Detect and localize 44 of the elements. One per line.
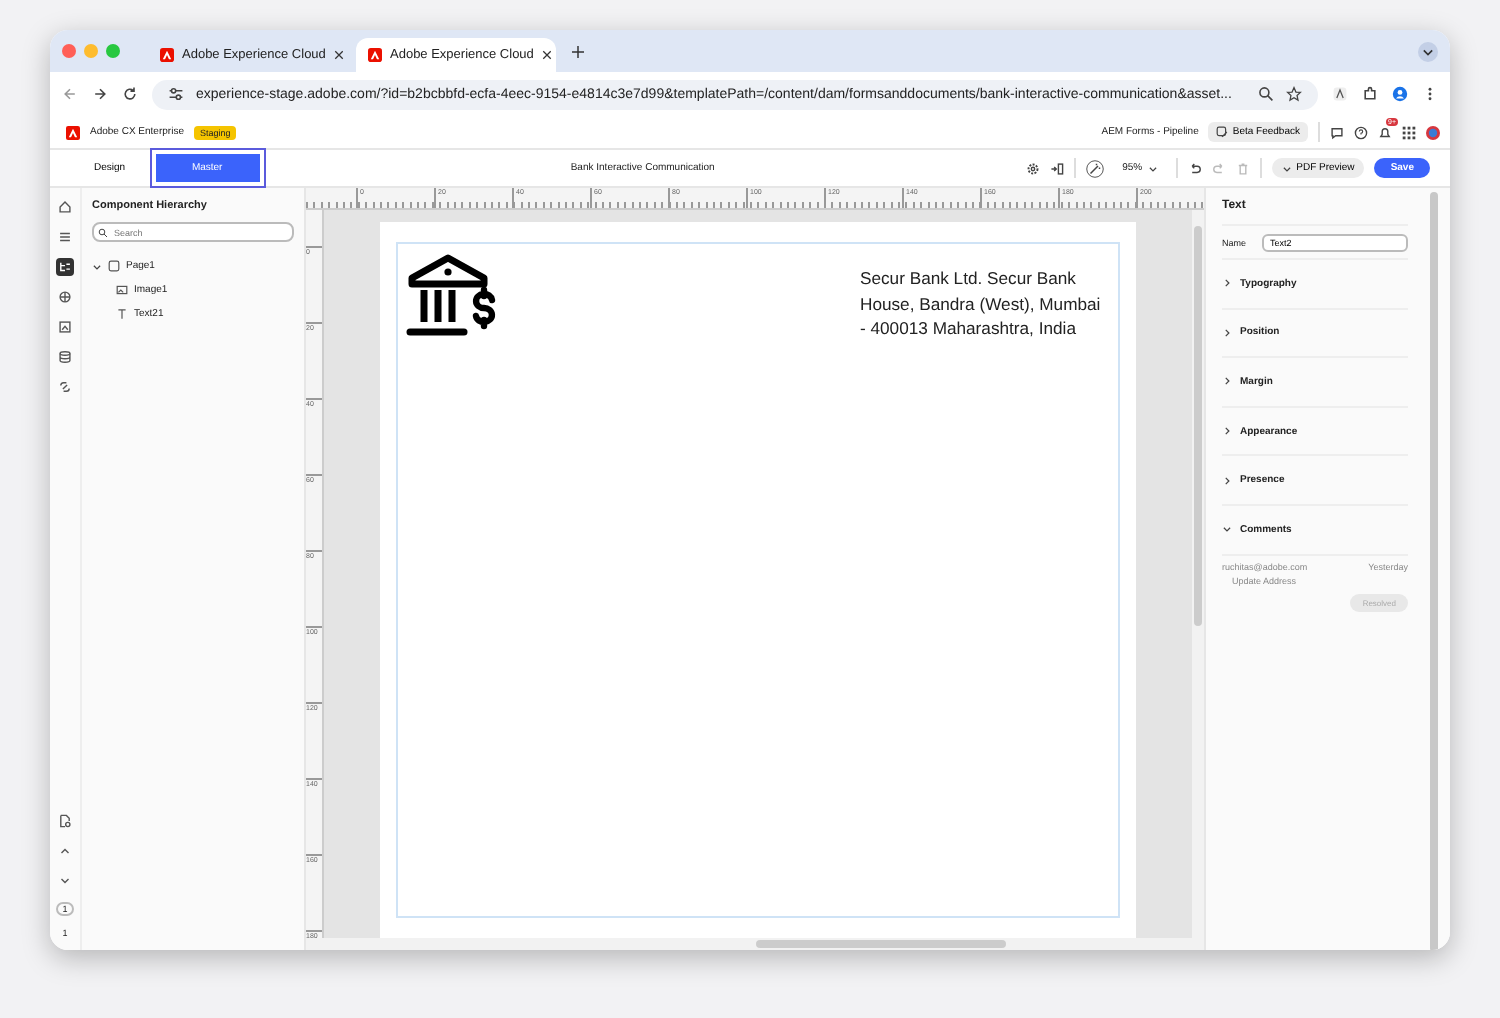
checkbox-icon[interactable] — [108, 260, 120, 272]
scrollbar[interactable] — [1192, 210, 1204, 938]
puzzle-icon[interactable] — [1362, 86, 1378, 102]
undo-icon[interactable] — [1188, 161, 1203, 175]
new-tab-icon[interactable] — [572, 45, 584, 57]
panel-toggle-icon[interactable] — [1050, 161, 1065, 175]
magic-wand-icon[interactable] — [1086, 159, 1105, 177]
app-logo-icon — [368, 48, 382, 62]
address-text[interactable]: Secur Bank Ltd. Secur Bank House, Bandra (West), Mumbai - 400013 Maharashtra, India — [860, 266, 1104, 341]
image-icon — [116, 284, 128, 296]
hierarchy-icon[interactable] — [56, 258, 74, 276]
chevron-down-icon — [1282, 163, 1293, 173]
help-icon[interactable] — [1354, 125, 1368, 139]
close-icon[interactable] — [333, 50, 344, 60]
reload-icon[interactable] — [122, 86, 138, 102]
home-icon[interactable] — [56, 198, 74, 216]
search-icon[interactable] — [1258, 86, 1274, 102]
link-icon[interactable] — [56, 378, 74, 396]
search-icon — [98, 228, 108, 238]
bell-icon[interactable] — [1378, 125, 1392, 139]
extension-icon[interactable] — [1332, 86, 1348, 102]
settings-icon[interactable] — [1026, 161, 1041, 175]
profile-icon[interactable] — [1392, 86, 1408, 102]
chevron-down-icon — [1148, 163, 1159, 173]
image-icon[interactable] — [56, 318, 74, 336]
scrollbar[interactable] — [1430, 192, 1438, 950]
app-logo-icon — [160, 48, 174, 62]
avatar-icon[interactable] — [1426, 125, 1440, 139]
page-settings-icon[interactable] — [56, 812, 74, 830]
tab-list-icon[interactable] — [1418, 41, 1438, 61]
apps-grid-icon[interactable] — [1402, 125, 1416, 139]
app-logo-icon — [66, 125, 80, 139]
chevron-down-icon[interactable] — [92, 261, 102, 271]
text-icon — [116, 308, 128, 320]
forward-icon[interactable] — [92, 86, 108, 102]
menu-icon[interactable] — [56, 228, 74, 246]
back-icon[interactable] — [62, 86, 78, 102]
close-icon[interactable] — [541, 50, 552, 60]
scrollbar[interactable] — [306, 938, 1204, 950]
feedback-icon — [1216, 126, 1229, 138]
database-icon[interactable] — [56, 348, 74, 366]
star-icon[interactable] — [1286, 86, 1302, 102]
chat-icon[interactable] — [1330, 125, 1344, 139]
site-settings-icon[interactable] — [168, 86, 184, 102]
